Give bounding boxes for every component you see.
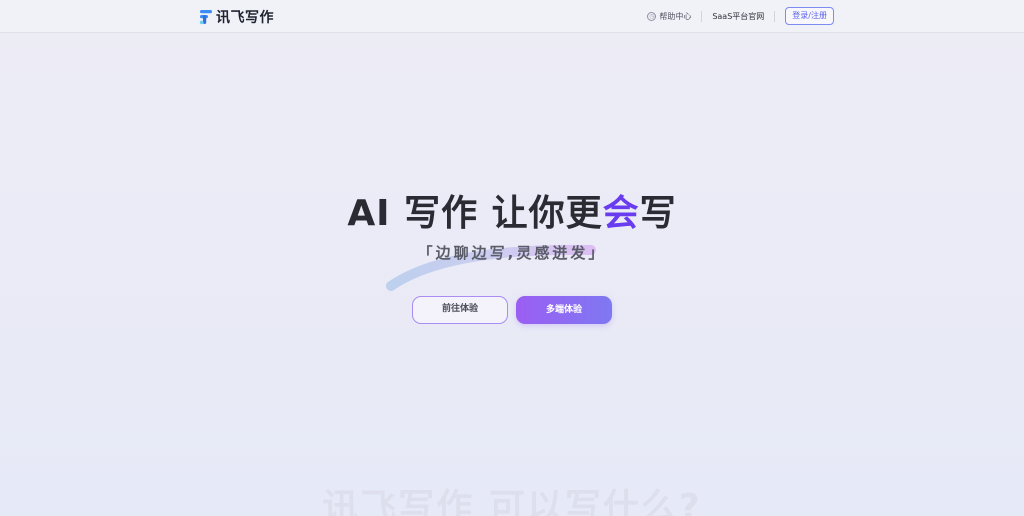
help-center-label: 帮助中心	[659, 11, 692, 21]
hero-title-accent: 会	[602, 193, 640, 234]
logo-text: 讯飞写作	[216, 10, 274, 26]
hero-subtitle: 「边聊边写,灵感迸发」	[417, 244, 607, 262]
hero-title-suffix: 写	[639, 193, 677, 234]
nav-divider	[701, 10, 703, 22]
hero-title-prefix: AI 写作 让你更	[347, 193, 603, 234]
hero-title: AI 写作 让你更会写	[0, 184, 1024, 236]
logo[interactable]: 讯飞写作	[199, 7, 274, 27]
login-register-button[interactable]: 登录/注册	[785, 7, 834, 25]
multi-device-button[interactable]: 多端体验	[516, 296, 612, 324]
top-navbar: 讯飞写作 ◷ 帮助中心 SaaS平台官网 登录/注册	[0, 0, 1024, 33]
section-heading: 讯飞写作 可以写什么?	[322, 487, 702, 516]
try-now-button[interactable]: 前往体验	[412, 296, 508, 324]
clock-icon: ◷	[647, 11, 657, 21]
help-center-link[interactable]: ◷ 帮助中心	[647, 11, 691, 22]
nav-divider	[774, 10, 776, 22]
logo-icon	[199, 10, 212, 25]
saas-platform-link[interactable]: SaaS平台官网	[712, 11, 764, 22]
nav-actions: ◷ 帮助中心 SaaS平台官网 登录/注册	[647, 7, 834, 25]
